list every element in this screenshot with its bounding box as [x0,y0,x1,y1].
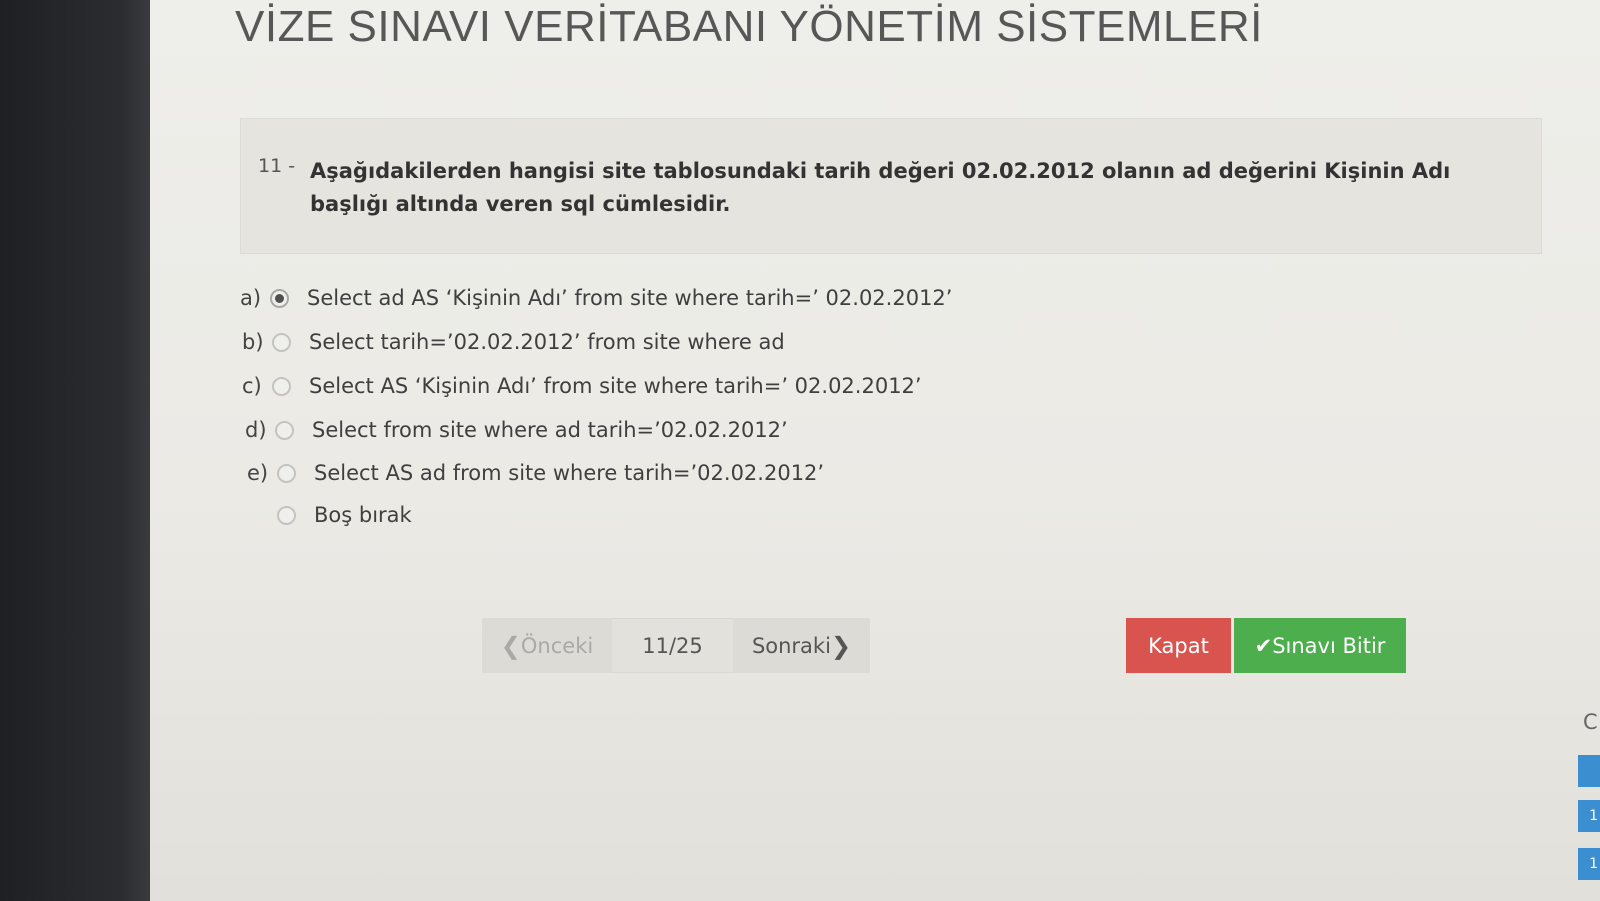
exam-title: VİZE SINAVI VERİTABANI YÖNETİM SİSTEMLER… [235,2,1263,51]
option-text: Boş bırak [314,503,412,527]
side-question-tab[interactable]: 1 [1578,800,1600,832]
option-text: Select AS ad from site where tarih=’02.0… [314,461,825,485]
close-button[interactable]: Kapat [1126,618,1231,673]
option-text: Select ad AS ‘Kişinin Adı’ from site whe… [307,286,953,310]
chevron-left-icon: ❮ [500,631,521,660]
side-question-tab[interactable] [1578,755,1600,787]
option-a[interactable]: a) Select ad AS ‘Kişinin Adı’ from site … [240,286,952,310]
option-c[interactable]: c) Select AS ‘Kişinin Adı’ from site whe… [242,374,922,398]
previous-label: Önceki [520,633,594,658]
radio-button[interactable] [272,376,291,396]
option-text: Select tarih=’02.02.2012’ from site wher… [309,330,785,354]
option-letter: d) [245,418,267,442]
finish-label: Sınavı Bitir [1272,633,1386,658]
option-leave-blank[interactable]: Boş bırak [277,503,412,527]
chevron-right-icon: ❯ [830,631,852,660]
side-question-tab[interactable]: 1 [1578,848,1600,880]
check-icon: ✔ [1254,633,1273,658]
previous-button[interactable]: ❮ Önceki [482,618,612,673]
side-panel-heading: C [1583,710,1598,734]
next-button[interactable]: Sonraki ❯ [733,618,870,673]
radio-button[interactable] [275,420,294,440]
option-d[interactable]: d) Select from site where ad tarih=’02.0… [245,418,788,442]
option-e[interactable]: e) Select AS ad from site where tarih=’0… [247,461,824,485]
question-text: Aşağıdakilerden hangisi site tablosundak… [310,159,1451,216]
question-number: 11 - [258,155,296,177]
monitor-bezel [0,0,170,901]
radio-button[interactable] [272,332,291,352]
option-letter: a) [240,286,262,310]
radio-button[interactable] [277,463,296,483]
close-label: Kapat [1148,633,1209,658]
option-letter: e) [247,461,269,485]
next-label: Sonraki [751,633,831,658]
option-letter: b) [242,330,264,354]
option-letter: c) [242,374,262,398]
option-b[interactable]: b) Select tarih=’02.02.2012’ from site w… [242,330,785,354]
radio-dot-icon [275,293,284,303]
radio-button[interactable] [277,505,296,525]
radio-button-checked[interactable] [270,288,289,308]
option-text: Select from site where ad tarih=’02.02.2… [312,418,788,442]
finish-exam-button[interactable]: ✔ Sınavı Bitir [1234,618,1406,673]
option-text: Select AS ‘Kişinin Adı’ from site where … [309,374,922,398]
question-counter: 11/25 [642,633,703,658]
